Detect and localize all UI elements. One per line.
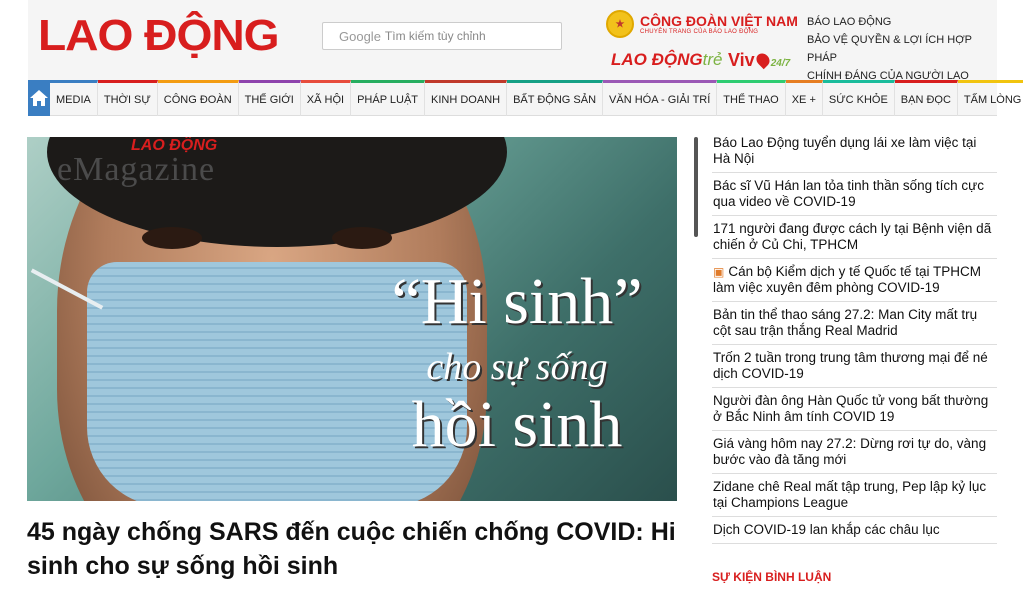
sidebar-news-item[interactable]: Trốn 2 tuần trong trung tâm thương mại đ… xyxy=(712,345,997,388)
art-line: cho sự sống xyxy=(426,346,608,388)
sidebar-news-item[interactable]: Giá vàng hôm nay 27.2: Dừng rơi tự do, v… xyxy=(712,431,997,474)
nav-item[interactable]: PHÁP LUẬT xyxy=(351,80,426,116)
nav-item[interactable]: XÃ HỘI xyxy=(300,80,352,116)
partner-name: CÔNG ĐOÀN VIỆT NAM xyxy=(640,13,798,29)
feature-art-text: “Hi sinh” cho sự sống hồi sinh xyxy=(357,267,677,461)
news-sidebar: Báo Lao Động tuyển dụng lái xe làm việc … xyxy=(712,130,997,584)
location-pin-icon xyxy=(753,50,772,70)
sidebar-news-item[interactable]: Bản tin thể thao sáng 27.2: Man City mất… xyxy=(712,302,997,345)
partner-sub: CHUYÊN TRANG CỦA BÁO LAO ĐỘNG xyxy=(640,29,759,35)
nav-item[interactable]: TẤM LÒNG VÀNG xyxy=(957,80,1023,116)
sidebar-news-text: Zidane chê Real mất tập trung, Pep lập k… xyxy=(713,479,987,510)
nav-item[interactable]: XE + xyxy=(785,80,823,116)
sidebar-news-item[interactable]: Dịch COVID-19 lan khắp các châu lục xyxy=(712,517,997,544)
nav-item[interactable]: CÔNG ĐOÀN xyxy=(157,80,239,116)
vivu-link[interactable]: Viv 24/7 xyxy=(728,50,790,71)
sidebar-news-text: Người đàn ông Hàn Quốc tử vong bất thườn… xyxy=(713,393,989,424)
feature-title[interactable]: 45 ngày chống SARS đến cuộc chiến chống … xyxy=(27,515,677,583)
sidebar-news-item[interactable]: ▣ Cán bộ Kiểm dịch y tế Quốc tế tại TPHCM… xyxy=(712,259,997,302)
sidebar-news-text: Bản tin thể thao sáng 27.2: Man City mất… xyxy=(713,307,978,338)
art-line: “Hi sinh” xyxy=(391,265,643,338)
google-label: Google xyxy=(339,28,381,44)
home-icon[interactable] xyxy=(28,80,50,116)
sidebar-news-text: Báo Lao Động tuyển dụng lái xe làm việc … xyxy=(713,135,977,166)
main-nav: MEDIA THỜI SỰ CÔNG ĐOÀN THẾ GIỚI XÃ HỘI PHÁP … xyxy=(28,80,1023,116)
nav-item[interactable]: KINH DOANH xyxy=(425,80,508,116)
feature-image[interactable]: LAO ĐỘNG eMagazine “Hi sinh” cho sự sống… xyxy=(27,137,677,501)
nav-item[interactable]: MEDIA xyxy=(50,80,98,116)
portrait-eye xyxy=(332,227,392,249)
sidebar-news-text: 171 người đang được cách ly tại Bệnh việ… xyxy=(713,221,992,252)
sidebar-news-item[interactable]: Báo Lao Động tuyển dụng lái xe làm việc … xyxy=(712,130,997,173)
sidebar-news-text: Dịch COVID-19 lan khắp các châu lục xyxy=(713,522,940,537)
image-icon: ▣ xyxy=(713,265,725,279)
sidebar-news-text: Cán bộ Kiểm dịch y tế Quốc tế tại TPHCM … xyxy=(713,264,981,295)
sidebar-news-item[interactable]: Zidane chê Real mất tập trung, Pep lập k… xyxy=(712,474,997,517)
sidebar-news-text: Trốn 2 tuần trong trung tâm thương mại đ… xyxy=(713,350,988,381)
tagline-line: BÁO LAO ĐỘNG xyxy=(807,16,892,28)
partner-cong-doan[interactable]: ★ CÔNG ĐOÀN VIỆT NAM CHUYÊN TRANG CỦA BÁ… xyxy=(606,10,798,38)
nav-item[interactable]: SỨC KHỎE xyxy=(822,80,895,116)
sidebar-news-item[interactable]: Bác sĩ Vũ Hán lan tỏa tinh thần sống tíc… xyxy=(712,173,997,216)
nav-item[interactable]: VĂN HÓA - GIẢI TRÍ xyxy=(603,80,718,116)
nav-item[interactable]: THỂ THAO xyxy=(717,80,786,116)
emag-word: eMagazine xyxy=(57,151,216,188)
nav-item[interactable]: THỜI SỰ xyxy=(97,80,158,116)
nav-item[interactable]: BẠN ĐỌC xyxy=(894,80,958,116)
sidebar-news-item[interactable]: Người đàn ông Hàn Quốc tử vong bất thườn… xyxy=(712,388,997,431)
nav-item[interactable]: THẾ GIỚI xyxy=(238,80,301,116)
ldt-suffix: trẻ xyxy=(702,50,723,69)
vivu-suffix: 24/7 xyxy=(770,58,791,69)
vivu-brand: Viv xyxy=(728,50,755,70)
art-line: hồi sinh xyxy=(411,388,623,461)
sidebar-scrollbar[interactable] xyxy=(694,137,698,237)
lao-dong-tre-link[interactable]: LAO ĐỘNGtrẻ xyxy=(611,50,722,70)
emagazine-badge: LAO ĐỘNG eMagazine xyxy=(57,137,217,188)
section-heading: SỰ KIỆN BÌNH LUẬN xyxy=(712,570,832,584)
search-input[interactable] xyxy=(384,29,535,43)
union-emblem-icon: ★ xyxy=(606,10,634,38)
site-logo[interactable]: LAO ĐỘNG xyxy=(38,11,280,61)
search-box[interactable]: Google xyxy=(322,22,562,50)
nav-item[interactable]: BẤT ĐỘNG SẢN xyxy=(507,80,604,116)
sidebar-news-text: Bác sĩ Vũ Hán lan tỏa tinh thần sống tíc… xyxy=(713,178,984,209)
sidebar-news-text: Giá vàng hôm nay 27.2: Dừng rơi tự do, v… xyxy=(713,436,987,467)
tagline-line: BẢO VỆ QUYỀN & LỢI ÍCH HỢP PHÁP xyxy=(807,34,972,64)
ldt-brand: LAO ĐỘNG xyxy=(611,50,703,69)
portrait-eye xyxy=(142,227,202,249)
site-header: LAO ĐỘNG Google ★ CÔNG ĐOÀN VIỆT NAM CHU… xyxy=(28,0,997,100)
sidebar-news-item[interactable]: 171 người đang được cách ly tại Bệnh việ… xyxy=(712,216,997,259)
